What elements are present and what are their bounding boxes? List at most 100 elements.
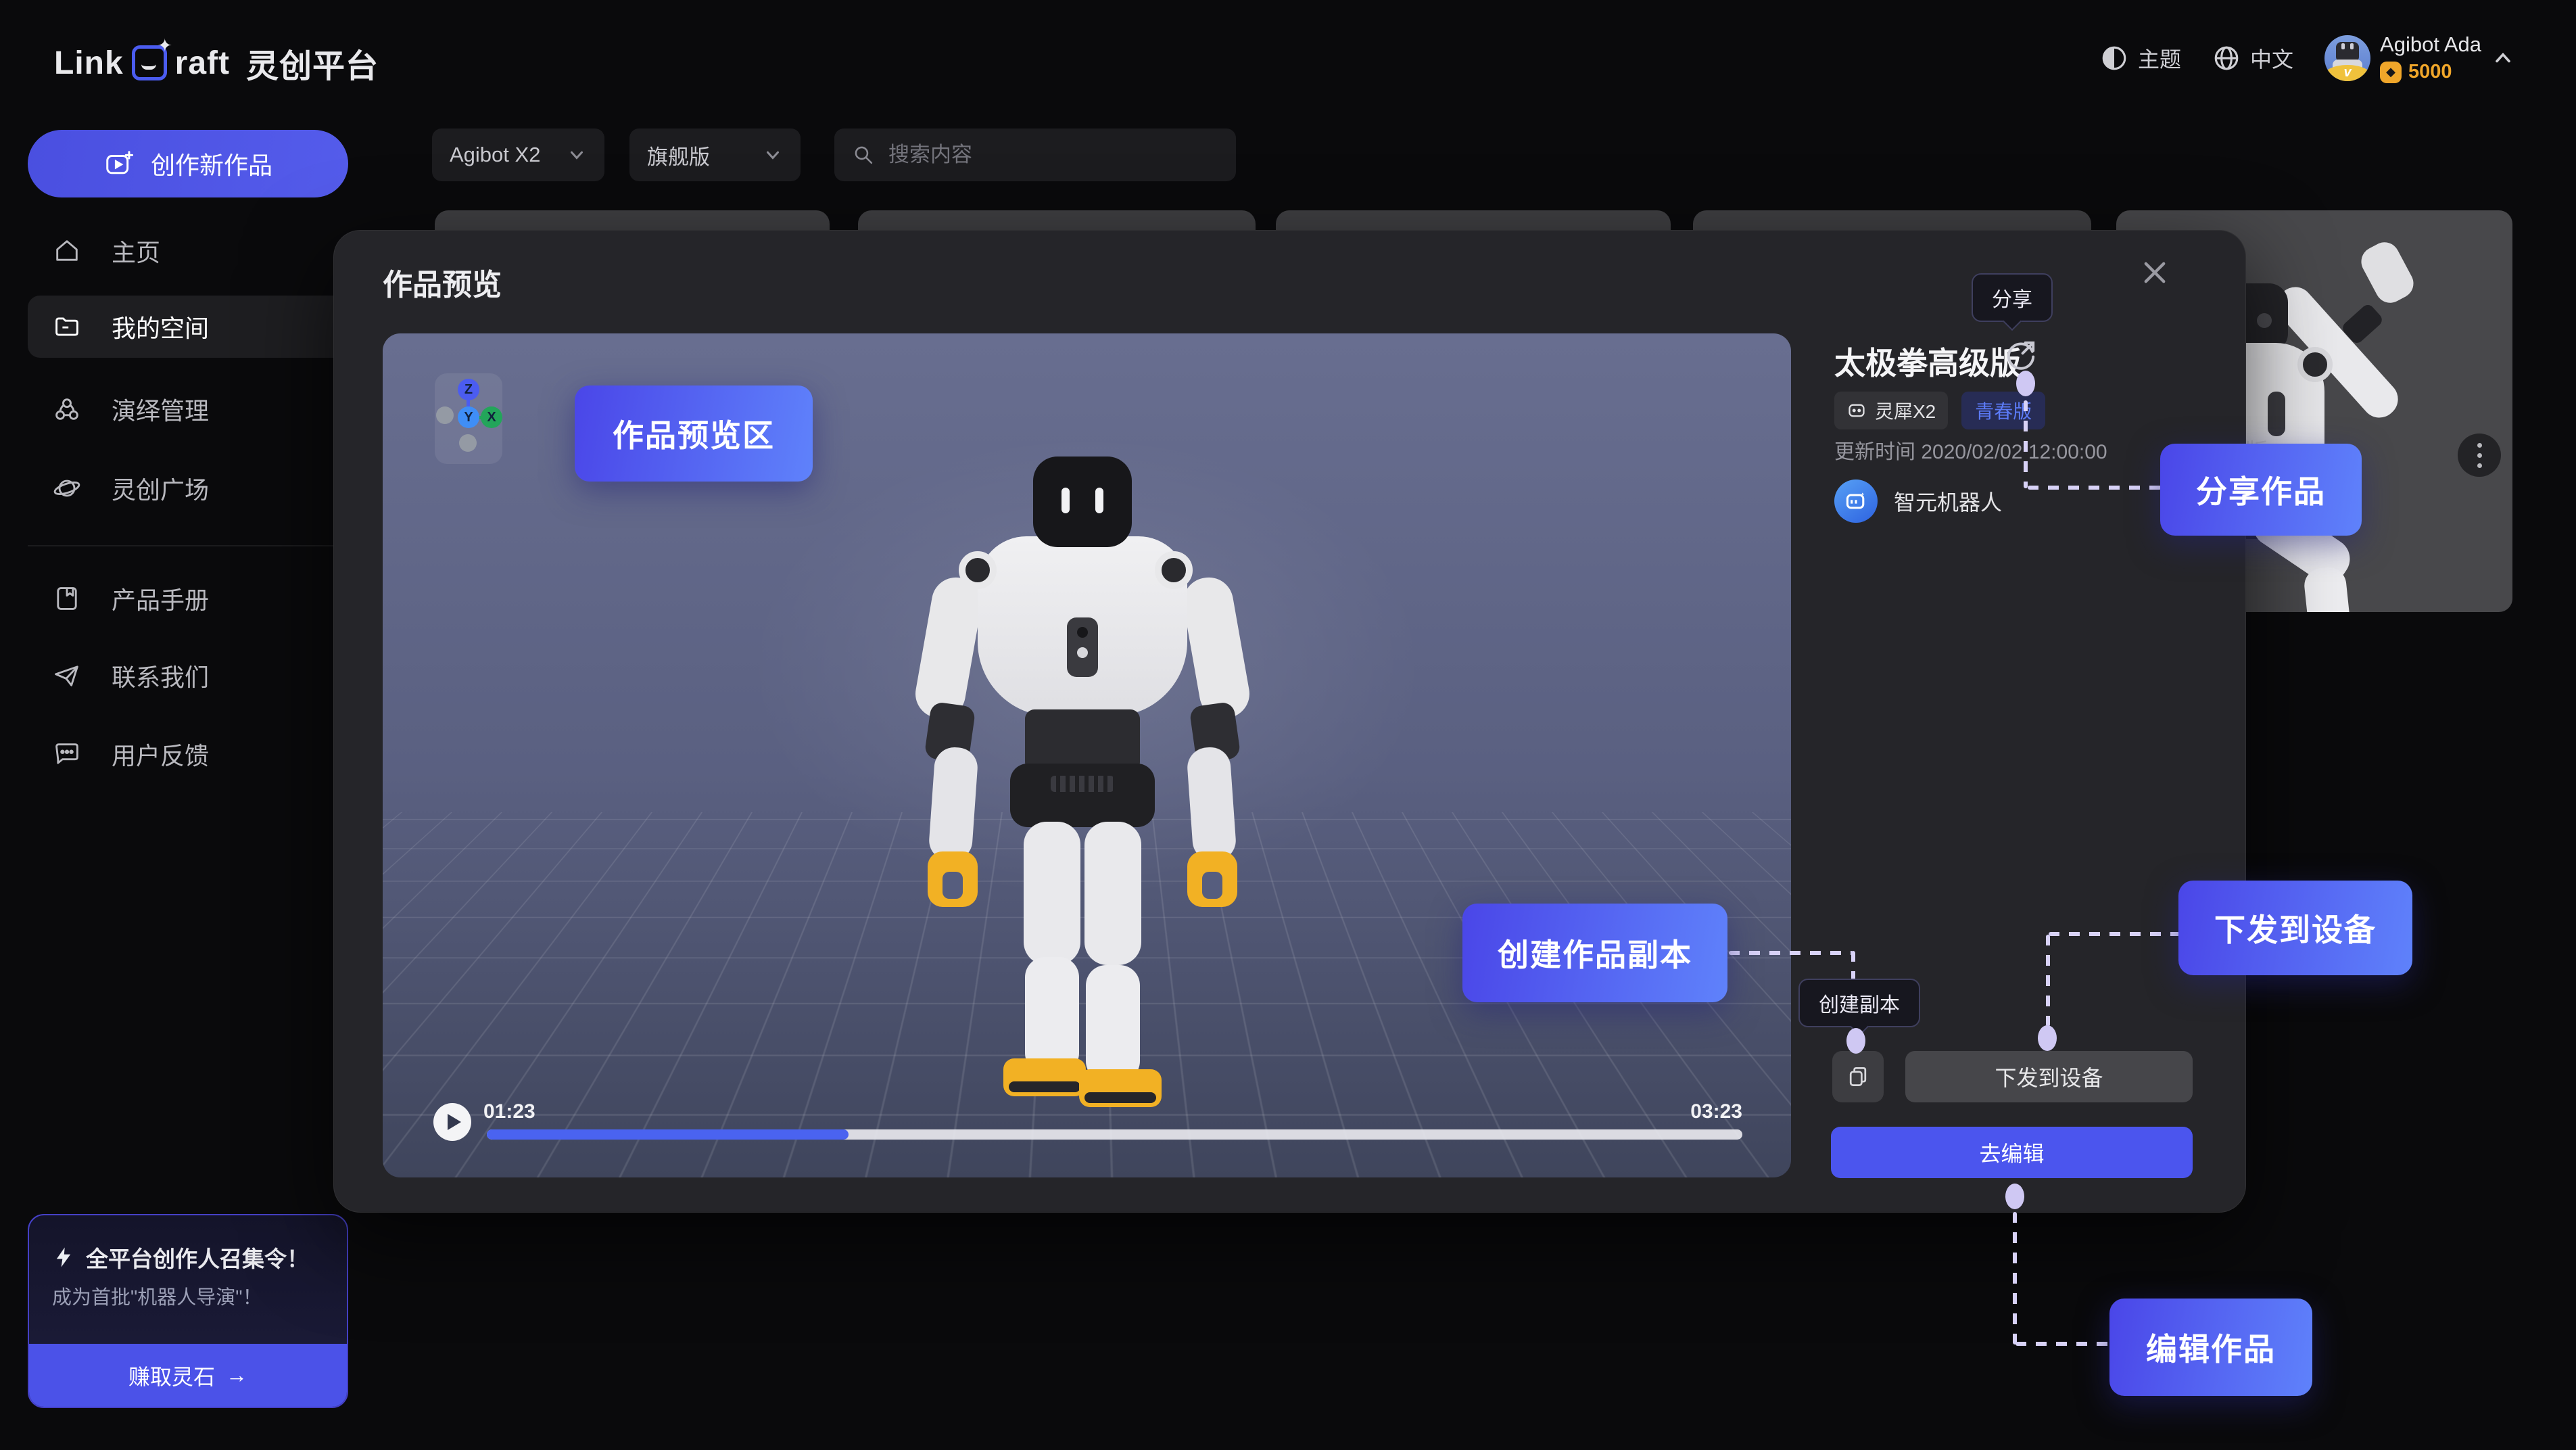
user-name: Agibot Ada	[2380, 32, 2481, 57]
play-button[interactable]	[433, 1103, 471, 1141]
sidebar-item-manual[interactable]: 产品手册	[28, 567, 348, 630]
author-avatar	[1834, 480, 1878, 523]
connector-line	[2046, 935, 2050, 1027]
robot-face-icon	[1844, 489, 1868, 513]
create-new-work-button[interactable]: 创作新作品	[28, 130, 348, 197]
edition-dropdown-value: 旗舰版	[647, 140, 710, 170]
robot-hand-right	[1187, 851, 1237, 907]
arrow-right-icon: →	[226, 1363, 247, 1388]
connector-dot	[2038, 1025, 2057, 1051]
sidebar-item-feedback[interactable]: 用户反馈	[28, 723, 348, 785]
connector-line	[1729, 951, 1853, 955]
gizmo-handle-gray[interactable]	[459, 434, 477, 452]
robot-foot-left	[1003, 1058, 1086, 1096]
language-switcher[interactable]: 中文	[2212, 43, 2293, 74]
paper-plane-icon	[52, 661, 82, 691]
edition-dropdown[interactable]: 旗舰版	[629, 128, 801, 181]
robot-face-logo-icon	[132, 45, 167, 80]
close-icon[interactable]	[2139, 256, 2171, 289]
logo-text-cn: 灵创平台	[246, 39, 379, 87]
go-edit-button[interactable]: 去编辑	[1831, 1127, 2193, 1178]
sidebar-item-performance[interactable]: 演绎管理	[28, 378, 348, 440]
robot-face-icon	[1846, 400, 1867, 421]
top-header: Linkraft 灵创平台 主题 中文 v Ag	[0, 0, 2576, 115]
progress-fill	[487, 1129, 849, 1140]
search-icon	[852, 143, 875, 166]
connector-line	[2049, 932, 2180, 936]
theme-contrast-icon	[2100, 44, 2128, 72]
sidebar-divider	[28, 545, 348, 546]
sidebar-item-home[interactable]: 主页	[28, 220, 348, 282]
user-avatar: v	[2324, 35, 2370, 81]
robot-chest-camera	[1067, 617, 1098, 677]
folder-icon	[52, 312, 82, 342]
model-dropdown[interactable]: Agibot X2	[432, 128, 604, 181]
robot-shoulder-left	[959, 551, 997, 589]
theme-label: 主题	[2138, 43, 2181, 74]
chevron-down-icon	[567, 145, 587, 165]
callout-preview-area: 作品预览区	[575, 385, 813, 482]
callout-share-work: 分享作品	[2160, 444, 2362, 536]
earn-gems-label: 赚取灵石	[128, 1360, 215, 1391]
robot-forearm-right	[1186, 746, 1237, 862]
copy-tooltip: 创建副本	[1798, 979, 1920, 1027]
deploy-to-device-button[interactable]: 下发到设备	[1905, 1051, 2193, 1102]
globe-icon	[2212, 44, 2241, 72]
robot-thigh-left	[1024, 822, 1080, 965]
model-tag-label: 灵犀X2	[1875, 397, 1936, 424]
work-preview-modal: 作品预览 Z Y X	[333, 230, 2246, 1213]
robot-shin-right	[1086, 965, 1140, 1081]
robot-shin-left	[1025, 957, 1079, 1073]
home-icon	[52, 236, 82, 266]
logo-text-link: Link	[54, 45, 124, 82]
sidebar-item-label: 灵创广场	[112, 471, 209, 506]
gizmo-x-handle[interactable]: X	[481, 406, 502, 428]
robot-shoulder-right	[1155, 551, 1193, 589]
robot-shin	[2303, 565, 2359, 612]
robot-foot-right	[1079, 1069, 1162, 1107]
work-title: 太极拳高级版	[1834, 339, 2021, 383]
gizmo-y-handle[interactable]: Y	[458, 406, 479, 428]
copy-work-button[interactable]	[1832, 1051, 1884, 1102]
group-icon	[52, 394, 82, 424]
sidebar: 创作新作品 主页 我的空间 演绎管理 灵创广场 产品手册 联系我们	[0, 115, 379, 1450]
gizmo-z-handle[interactable]: Z	[458, 379, 479, 400]
lightning-icon	[52, 1246, 75, 1269]
robot-hand-left	[928, 851, 978, 907]
sidebar-item-my-space[interactable]: 我的空间	[28, 296, 348, 358]
sidebar-item-contact[interactable]: 联系我们	[28, 645, 348, 707]
robot-shoulder	[2297, 347, 2333, 382]
earn-gems-button[interactable]: 赚取灵石 →	[29, 1344, 347, 1407]
callout-deploy: 下发到设备	[2178, 881, 2412, 975]
work-tags: 灵犀X2 青春版	[1834, 392, 2045, 429]
user-menu[interactable]: v Agibot Ada ◆ 5000	[2324, 32, 2515, 83]
sidebar-item-plaza[interactable]: 灵创广场	[28, 457, 348, 519]
card-menu-button[interactable]	[2458, 434, 2501, 477]
search-box	[834, 128, 1236, 181]
search-input[interactable]	[888, 143, 1218, 167]
book-icon	[52, 584, 82, 613]
connector-line	[2028, 486, 2162, 490]
author-row: 智元机器人	[1834, 480, 2002, 523]
chat-bubble-icon	[52, 739, 82, 769]
create-new-work-label: 创作新作品	[151, 146, 272, 181]
progress-bar[interactable]	[487, 1129, 1742, 1140]
app-root: Linkraft 灵创平台 主题 中文 v Ag	[0, 0, 2576, 1450]
connector-dot	[1846, 1028, 1865, 1054]
promo-title: 全平台创作人召集令！	[86, 1241, 309, 1273]
updated-time: 更新时间 2020/02/02 12:00:00	[1834, 435, 2107, 465]
sidebar-item-label: 用户反馈	[112, 736, 209, 772]
axis-gizmo[interactable]: Z Y X	[435, 373, 502, 464]
edition-tag: 青春版	[1961, 392, 2045, 429]
theme-toggle[interactable]: 主题	[2100, 43, 2181, 74]
model-tag: 灵犀X2	[1834, 392, 1948, 429]
video-plus-icon	[103, 148, 135, 179]
robot-thigh-right	[1084, 822, 1141, 965]
share-icon[interactable]	[2003, 337, 2038, 373]
user-credits: 5000	[2408, 61, 2452, 83]
gizmo-handle-gray[interactable]	[436, 406, 454, 424]
chevron-up-icon	[2491, 46, 2515, 70]
copy-icon	[1846, 1065, 1870, 1089]
robot-waist	[1025, 709, 1140, 772]
connector-dot	[2016, 371, 2035, 396]
